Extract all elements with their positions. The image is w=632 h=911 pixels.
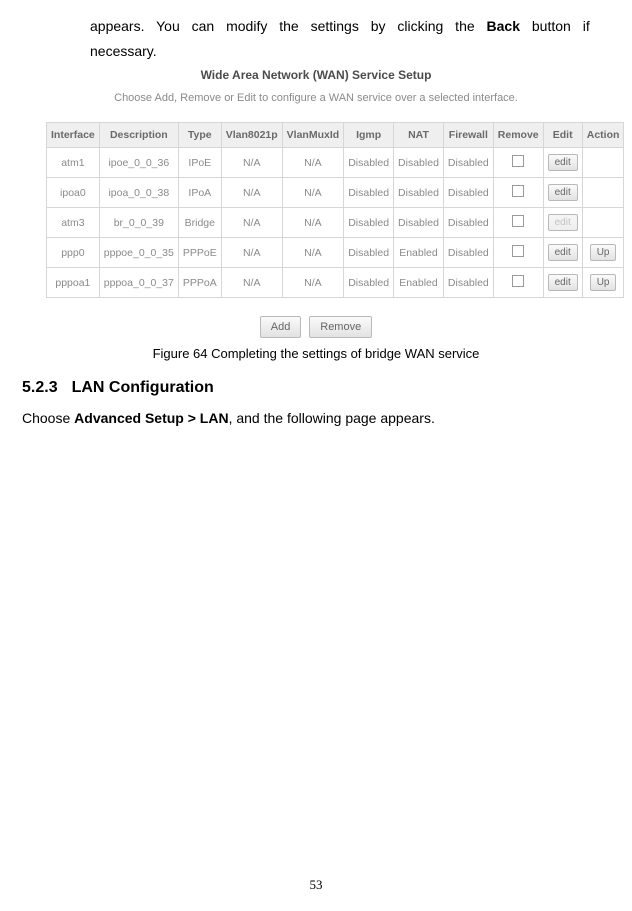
table-header-cell: Remove (493, 123, 543, 148)
add-button[interactable]: Add (260, 316, 302, 338)
table-cell: Bridge (178, 208, 221, 238)
table-cell: Disabled (443, 238, 493, 268)
edit-cell: edit (543, 148, 582, 178)
wan-table: InterfaceDescriptionTypeVlan8021pVlanMux… (46, 122, 624, 298)
table-header-cell: Action (582, 123, 624, 148)
table-header-cell: Igmp (344, 123, 394, 148)
table-cell: ipoa_0_0_38 (99, 178, 178, 208)
edit-cell: edit (543, 268, 582, 298)
table-row: ppp0pppoe_0_0_35PPPoEN/AN/ADisabledEnabl… (47, 238, 624, 268)
table-cell: PPPoA (178, 268, 221, 298)
table-cell: Disabled (344, 178, 394, 208)
table-cell: pppoa_0_0_37 (99, 268, 178, 298)
table-row: pppoa1pppoa_0_0_37PPPoAN/AN/ADisabledEna… (47, 268, 624, 298)
edit-button[interactable]: edit (548, 184, 578, 201)
action-cell: Up (582, 268, 624, 298)
table-cell: N/A (282, 238, 344, 268)
table-header-row: InterfaceDescriptionTypeVlan8021pVlanMux… (47, 123, 624, 148)
remove-checkbox[interactable] (512, 185, 524, 197)
back-label: Back (487, 18, 520, 34)
table-cell: pppoa1 (47, 268, 100, 298)
table-cell: Enabled (394, 238, 444, 268)
section-heading: 5.2.3 LAN Configuration (22, 379, 610, 397)
table-cell: N/A (221, 238, 282, 268)
action-cell (582, 178, 624, 208)
table-cell: N/A (282, 148, 344, 178)
section-number: 5.2.3 (22, 379, 58, 397)
edit-button[interactable]: edit (548, 244, 578, 261)
table-cell: Disabled (344, 268, 394, 298)
action-cell: Up (582, 238, 624, 268)
table-header-cell: Interface (47, 123, 100, 148)
section-title: LAN Configuration (72, 379, 214, 396)
table-cell: ipoe_0_0_36 (99, 148, 178, 178)
table-cell: Disabled (394, 178, 444, 208)
table-cell: br_0_0_39 (99, 208, 178, 238)
table-header-cell: VlanMuxId (282, 123, 344, 148)
wan-subtitle: Choose Add, Remove or Edit to configure … (46, 92, 586, 104)
table-cell: Disabled (443, 178, 493, 208)
edit-button[interactable]: edit (548, 154, 578, 171)
section-paragraph: Choose Advanced Setup > LAN, and the fol… (22, 407, 610, 429)
up-button[interactable]: Up (590, 274, 617, 291)
table-cell: Disabled (443, 208, 493, 238)
edit-cell: edit (543, 208, 582, 238)
remove-cell (493, 238, 543, 268)
action-cell (582, 208, 624, 238)
table-cell: N/A (221, 148, 282, 178)
table-cell: N/A (282, 268, 344, 298)
edit-cell: edit (543, 238, 582, 268)
table-cell: N/A (282, 208, 344, 238)
menu-path: Advanced Setup > LAN (74, 410, 228, 426)
table-row: atm1ipoe_0_0_36IPoEN/AN/ADisabledDisable… (47, 148, 624, 178)
table-cell: Disabled (443, 148, 493, 178)
table-cell: Disabled (394, 148, 444, 178)
remove-checkbox[interactable] (512, 245, 524, 257)
table-cell: Disabled (344, 148, 394, 178)
table-cell: Disabled (394, 208, 444, 238)
table-cell: IPoA (178, 178, 221, 208)
table-cell: pppoe_0_0_35 (99, 238, 178, 268)
table-row: ipoa0ipoa_0_0_38IPoAN/AN/ADisabledDisabl… (47, 178, 624, 208)
edit-button[interactable]: edit (548, 274, 578, 291)
up-button[interactable]: Up (590, 244, 617, 261)
remove-button[interactable]: Remove (309, 316, 372, 338)
remove-cell (493, 178, 543, 208)
remove-cell (493, 268, 543, 298)
table-row: atm3br_0_0_39BridgeN/AN/ADisabledDisable… (47, 208, 624, 238)
table-header-cell: Vlan8021p (221, 123, 282, 148)
table-cell: N/A (221, 178, 282, 208)
table-cell: PPPoE (178, 238, 221, 268)
remove-cell (493, 148, 543, 178)
table-cell: N/A (221, 268, 282, 298)
remove-cell (493, 208, 543, 238)
remove-checkbox[interactable] (512, 215, 524, 227)
remove-checkbox[interactable] (512, 275, 524, 287)
remove-checkbox[interactable] (512, 155, 524, 167)
table-header-cell: NAT (394, 123, 444, 148)
wan-screenshot: Wide Area Network (WAN) Service Setup Ch… (46, 68, 586, 338)
action-cell (582, 148, 624, 178)
wan-title: Wide Area Network (WAN) Service Setup (46, 68, 586, 82)
intro-text: appears. You can modify the settings by … (90, 14, 610, 64)
table-cell: ppp0 (47, 238, 100, 268)
table-header-cell: Edit (543, 123, 582, 148)
table-cell: Disabled (443, 268, 493, 298)
table-cell: Enabled (394, 268, 444, 298)
table-cell: Disabled (344, 238, 394, 268)
table-header-cell: Firewall (443, 123, 493, 148)
table-cell: N/A (221, 208, 282, 238)
edit-cell: edit (543, 178, 582, 208)
table-cell: atm3 (47, 208, 100, 238)
table-header-cell: Type (178, 123, 221, 148)
table-cell: IPoE (178, 148, 221, 178)
edit-button: edit (548, 214, 578, 231)
page-number: 53 (0, 877, 632, 893)
table-cell: Disabled (344, 208, 394, 238)
table-cell: N/A (282, 178, 344, 208)
table-cell: atm1 (47, 148, 100, 178)
figure-caption: Figure 64 Completing the settings of bri… (22, 346, 610, 361)
table-header-cell: Description (99, 123, 178, 148)
table-cell: ipoa0 (47, 178, 100, 208)
